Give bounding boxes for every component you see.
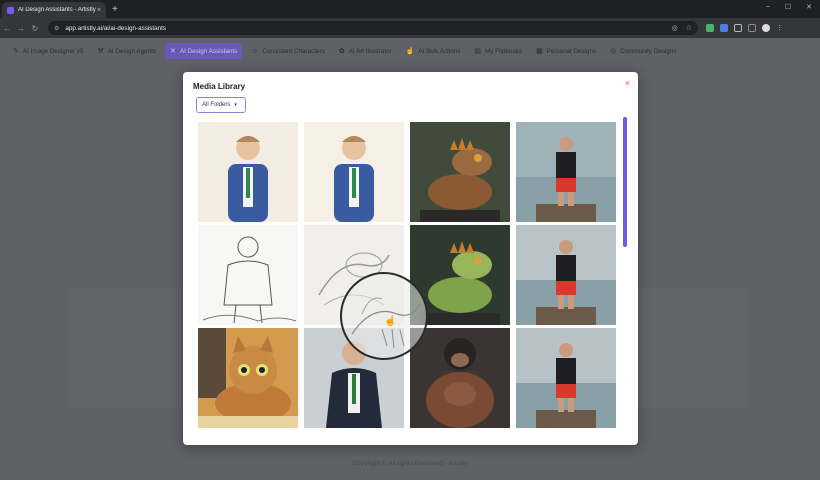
nav-item-0[interactable]: ✎ AI Image Designer v5 bbox=[8, 43, 88, 59]
maximize-icon[interactable]: ☐ bbox=[785, 3, 791, 11]
modal-title: Media Library bbox=[193, 82, 246, 91]
nav-item-3[interactable]: ☺ Consistent Characters bbox=[246, 43, 329, 59]
back-icon[interactable]: ← bbox=[0, 24, 14, 33]
eye-off-icon[interactable]: ◎ bbox=[672, 24, 678, 32]
media-thumbnail-man-blue-suit-sketch-2[interactable] bbox=[304, 122, 404, 222]
tab-close-icon[interactable]: × bbox=[97, 7, 101, 14]
browser-tab[interactable]: AI Design Assistants - Artistly × bbox=[2, 2, 106, 18]
folder-select[interactable]: All Folders ▾ bbox=[196, 97, 246, 113]
profile-avatar-icon[interactable] bbox=[762, 24, 770, 32]
menu-kebab-icon[interactable]: ⋮ bbox=[776, 24, 783, 32]
site-info-icon[interactable]: ⚙ bbox=[54, 25, 59, 32]
media-thumbnail-man-red-shorts-dock-2[interactable] bbox=[516, 225, 616, 325]
screen: AI Design Assistants - Artistly × + – ☐ … bbox=[0, 0, 820, 480]
nav-item-4[interactable]: ✿ AI Art Illustrator bbox=[334, 43, 397, 59]
nav-item-label: Consistent Characters bbox=[262, 47, 325, 55]
tab-title: AI Design Assistants - Artistly bbox=[18, 7, 96, 13]
browser-toolbar: ← → ↻ ⚙ app.artistly.ai/ai/ai-design-ass… bbox=[0, 18, 820, 38]
address-bar[interactable]: ⚙ app.artistly.ai/ai/ai-design-assistant… bbox=[48, 21, 698, 35]
extensions-puzzle-icon[interactable] bbox=[734, 24, 742, 32]
nav-item-label: AI Bulk Actions bbox=[418, 47, 461, 55]
nav-item-label: AI Design Assistants bbox=[179, 47, 238, 55]
app-nav: ✎ AI Image Designer v5 ⚒ AI Design Agents ✕ A… bbox=[0, 38, 820, 64]
forward-icon[interactable]: → bbox=[14, 24, 28, 33]
thumbnail-image bbox=[420, 138, 500, 222]
book-icon: ▤ bbox=[474, 48, 482, 55]
media-thumbnail-man-blue-suit-sketch-1[interactable] bbox=[198, 122, 298, 222]
thumbnail-image bbox=[516, 137, 616, 222]
browser-tabstrip: AI Design Assistants - Artistly × + – ☐ … bbox=[0, 0, 820, 18]
nav-item-7[interactable]: ▦ Personal Designs bbox=[531, 43, 601, 59]
footer-copyright: Copyright © All rights Reserved - Artist… bbox=[352, 460, 468, 467]
extensions: ⋮ bbox=[706, 24, 783, 32]
folder-icon: ▦ bbox=[536, 48, 543, 55]
wand-icon: ⚒ bbox=[97, 48, 104, 55]
nav-item-1[interactable]: ⚒ AI Design Agents bbox=[92, 43, 161, 59]
media-thumbnail-man-red-shorts-dock-1[interactable] bbox=[516, 122, 616, 222]
media-grid bbox=[198, 122, 618, 428]
url-text: app.artistly.ai/ai/ai-design-assistants bbox=[65, 24, 167, 32]
cross-tools-icon: ✕ bbox=[170, 48, 176, 55]
globe-icon: ◎ bbox=[610, 48, 617, 55]
folder-select-value: All Folders bbox=[202, 102, 231, 108]
thumbnail-image bbox=[516, 343, 616, 428]
media-thumbnail-cartoon-tabby-cat[interactable] bbox=[198, 328, 298, 428]
nav-item-label: My Flipbooks bbox=[485, 47, 523, 55]
nav-item-6[interactable]: ▤ My Flipbooks bbox=[469, 43, 527, 59]
new-tab-button[interactable]: + bbox=[112, 4, 118, 15]
reading-list-icon[interactable] bbox=[748, 24, 756, 32]
nav-item-label: AI Design Agents bbox=[107, 47, 157, 55]
nav-item-label: Personal Designs bbox=[546, 47, 597, 55]
extension-blue-icon[interactable] bbox=[720, 24, 728, 32]
modal-close-icon[interactable]: × bbox=[625, 78, 630, 88]
media-thumbnail-iguana-brown-photo[interactable] bbox=[410, 122, 510, 222]
nav-item-label: Community Designs bbox=[620, 47, 677, 55]
thumbnail-image bbox=[198, 328, 298, 428]
extension-green-icon[interactable] bbox=[706, 24, 714, 32]
nav-item-2[interactable]: ✕ AI Design Assistants bbox=[165, 43, 243, 59]
thumbnail-image bbox=[516, 240, 616, 325]
media-library-modal: Media Library × All Folders ▾ bbox=[183, 72, 638, 445]
nav-item-label: AI Art Illustrator bbox=[348, 47, 392, 55]
brush-icon: ✎ bbox=[13, 48, 19, 55]
thumbnail-image bbox=[410, 328, 510, 428]
window-controls: – ☐ ✕ bbox=[766, 3, 812, 11]
bookmark-star-icon[interactable]: ☆ bbox=[686, 24, 692, 32]
pointer-icon: ☝ bbox=[405, 48, 415, 55]
media-thumbnail-man-jacket-line-sketch[interactable] bbox=[198, 225, 298, 325]
magnifier-lens: ☝ bbox=[340, 272, 428, 360]
reload-icon[interactable]: ↻ bbox=[28, 24, 42, 33]
thumbnail-image bbox=[202, 236, 297, 324]
nav-item-5[interactable]: ☝ AI Bulk Actions bbox=[401, 43, 466, 59]
person-icon: ☺ bbox=[251, 47, 259, 55]
palette-icon: ✿ bbox=[338, 48, 345, 55]
chevron-down-icon: ▾ bbox=[234, 102, 237, 108]
nav-item-label: AI Image Designer v5 bbox=[22, 47, 84, 55]
artistly-favicon-icon bbox=[7, 6, 14, 14]
media-thumbnail-muscular-chimp[interactable] bbox=[410, 328, 510, 428]
thumbnail-image bbox=[334, 136, 374, 222]
nav-item-8[interactable]: ◎ Community Designs bbox=[605, 43, 681, 59]
minimize-icon[interactable]: – bbox=[766, 3, 770, 11]
hand-cursor-icon: ☝ bbox=[384, 316, 397, 327]
close-window-icon[interactable]: ✕ bbox=[806, 3, 812, 11]
modal-scrollbar[interactable] bbox=[623, 117, 627, 247]
media-thumbnail-man-red-shorts-dock-3[interactable] bbox=[516, 328, 616, 428]
thumbnail-image bbox=[228, 136, 268, 222]
